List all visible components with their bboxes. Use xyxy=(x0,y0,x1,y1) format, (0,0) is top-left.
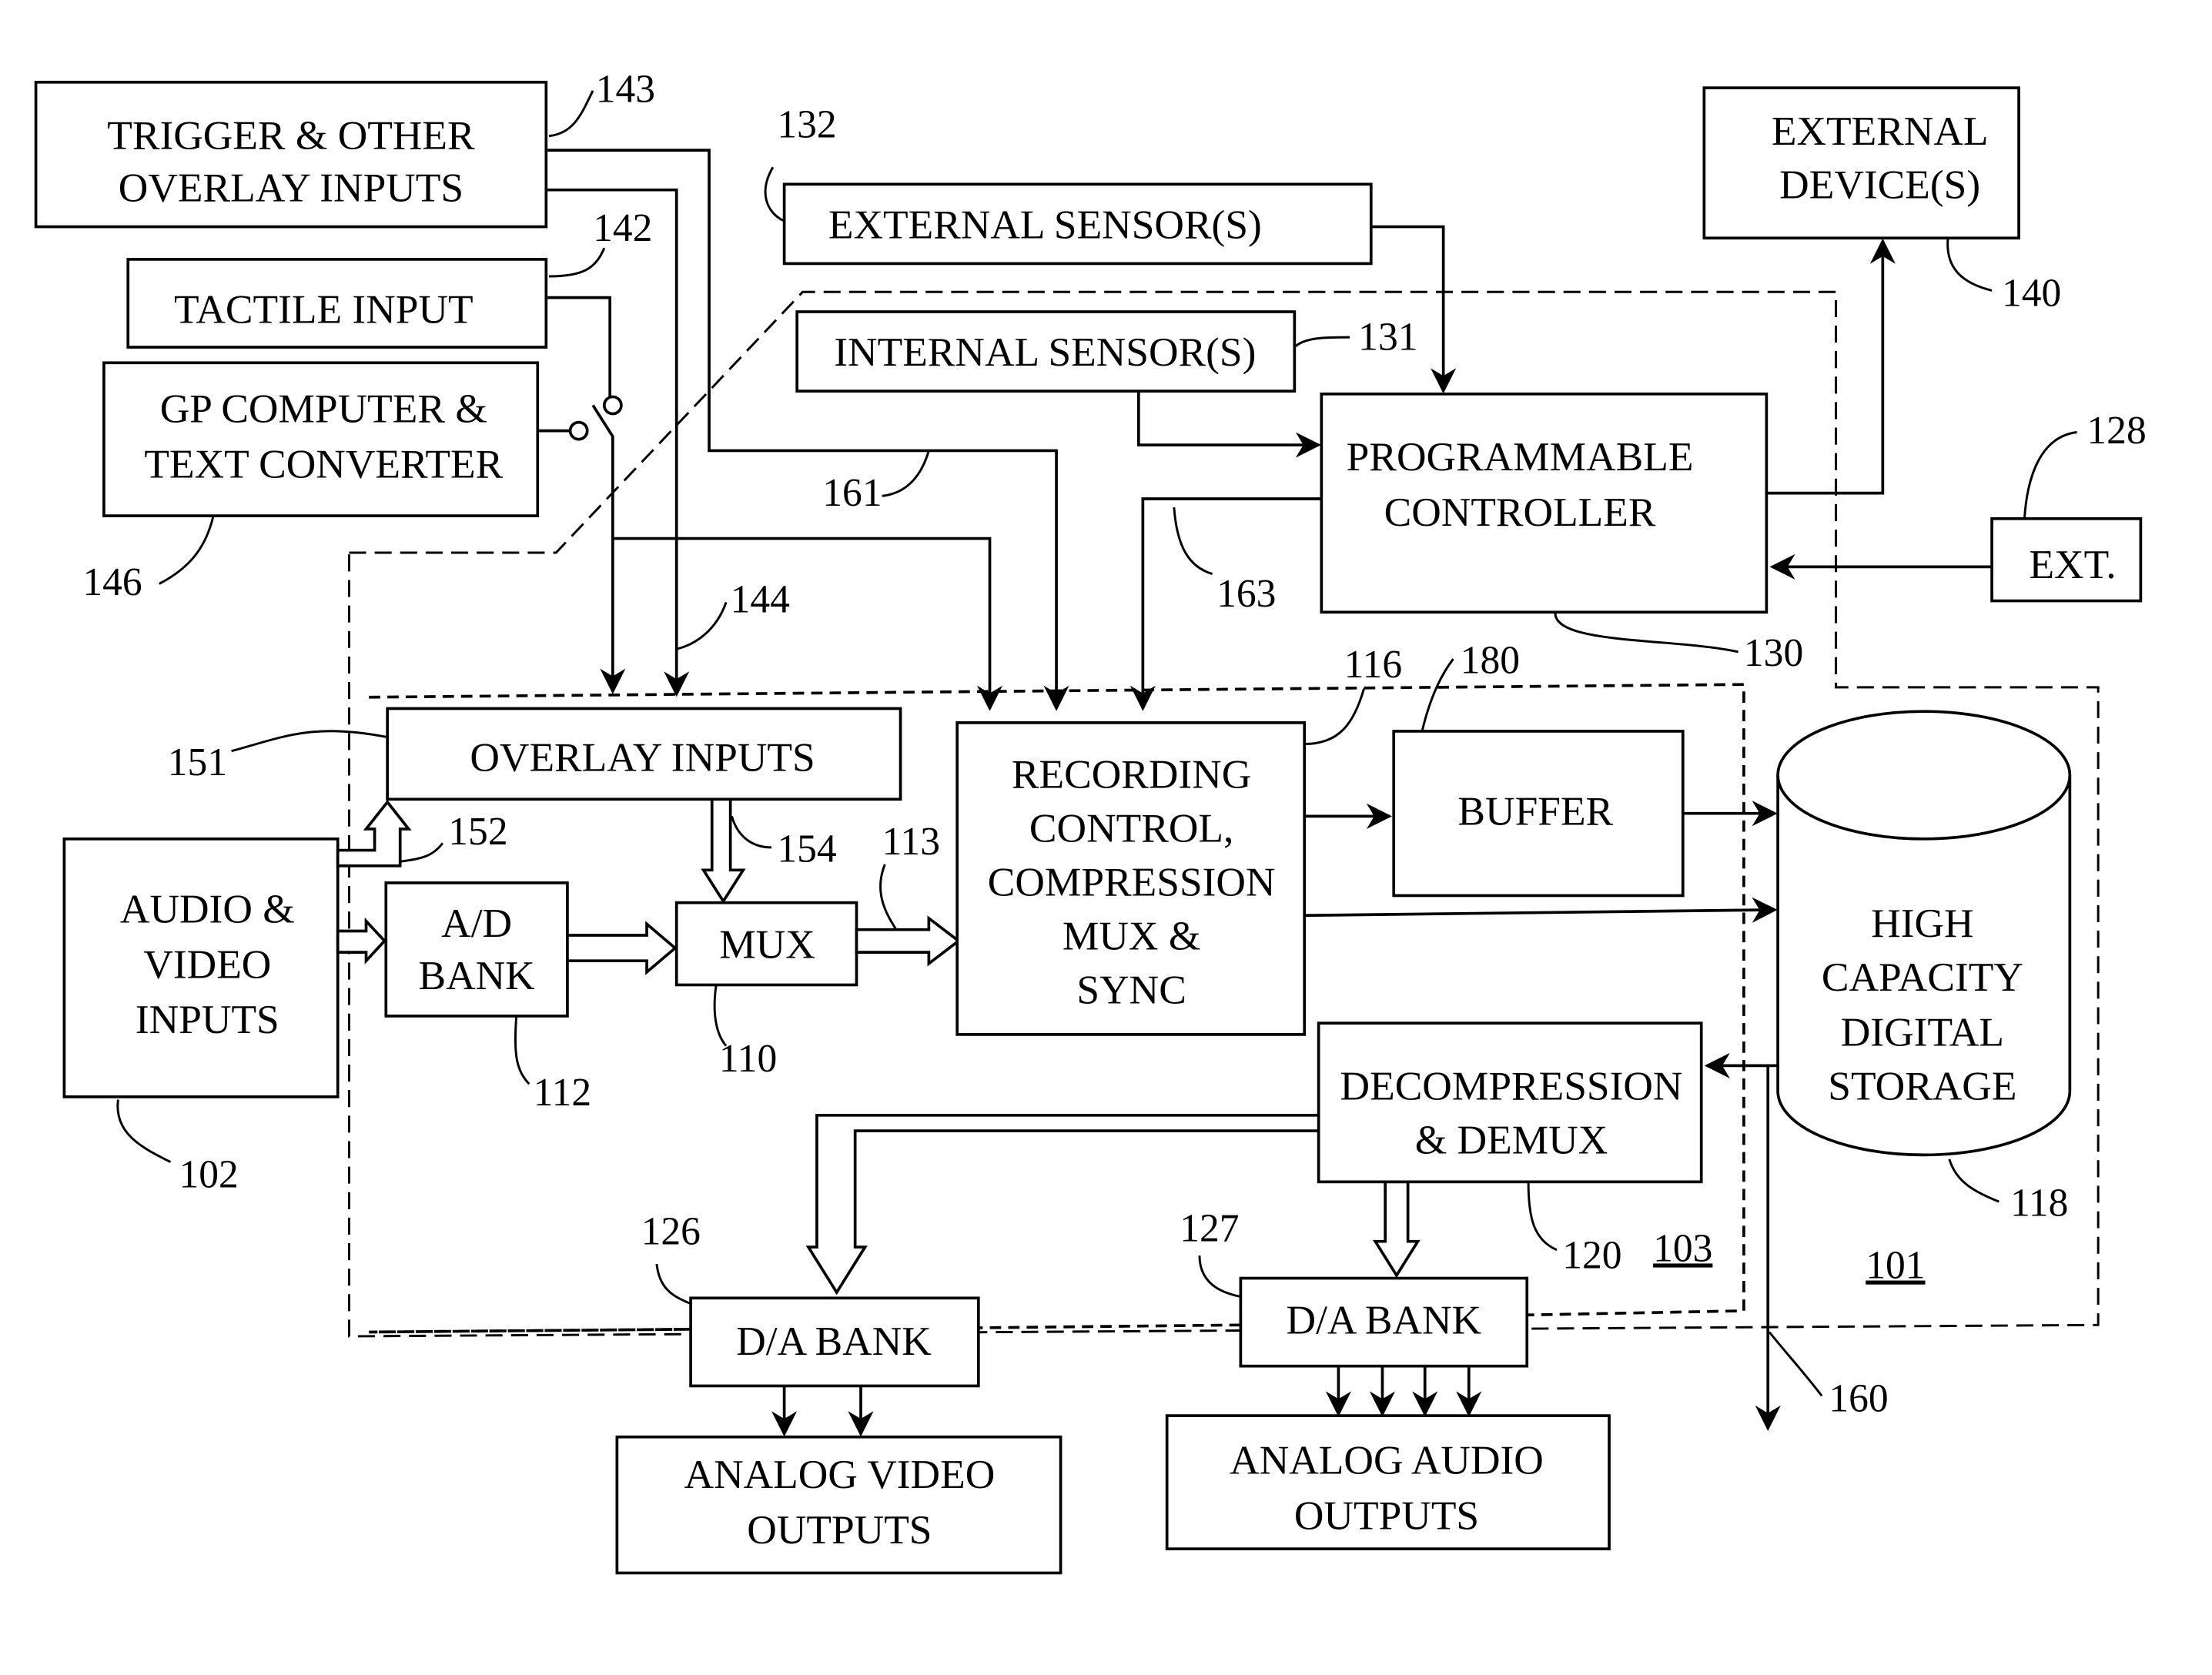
mux-block: MUX xyxy=(674,901,858,987)
controller-label-line2: CONTROLLER xyxy=(1384,489,1656,535)
ad-bank-block: A/D BANK xyxy=(384,881,569,1018)
buffer-block: BUFFER xyxy=(1392,730,1685,898)
recording-label-line3: COMPRESSION xyxy=(988,858,1276,904)
storage-label-line2: CAPACITY xyxy=(1822,954,2023,1000)
external-devices-label-line2: DEVICE(S) xyxy=(1779,162,1980,208)
ref-103: 103 xyxy=(1653,1226,1712,1270)
ad-bank-label-line2: BANK xyxy=(418,952,534,998)
overlay-inputs-block: OVERLAY INPUTS xyxy=(386,707,902,801)
storage-label-line4: STORAGE xyxy=(1828,1063,2016,1109)
recording-label-line5: SYNC xyxy=(1076,966,1186,1012)
tactile-label: TACTILE INPUT xyxy=(174,286,474,333)
high-capacity-storage-cylinder: HIGH CAPACITY DIGITAL STORAGE xyxy=(1776,710,2072,1157)
decompression-label-line2: & DEMUX xyxy=(1415,1117,1608,1163)
ref-143: 143 xyxy=(596,68,655,112)
ref-102: 102 xyxy=(179,1153,239,1197)
external-devices-block: EXTERNAL DEVICE(S) xyxy=(1702,86,2020,240)
ref-110: 110 xyxy=(719,1037,777,1081)
av-inputs-label-line2: VIDEO xyxy=(143,941,271,987)
switch-blade xyxy=(591,404,626,694)
ref-101: 101 xyxy=(1866,1244,1925,1288)
external-sensors-label: EXTERNAL SENSOR(S) xyxy=(828,201,1262,247)
da-bank-video-label: D/A BANK xyxy=(736,1318,932,1364)
bus-av-to-ad xyxy=(336,917,387,965)
ref-112: 112 xyxy=(534,1071,591,1115)
recording-label-line4: MUX & xyxy=(1062,912,1200,958)
ref-131: 131 xyxy=(1358,316,1417,359)
bus-113 xyxy=(855,915,962,967)
ref-140: 140 xyxy=(2002,272,2061,316)
trigger-label-line2: OVERLAY INPUTS xyxy=(119,164,463,210)
ref-146: 146 xyxy=(82,560,142,604)
switch-contact-top xyxy=(602,395,623,416)
ref-127: 127 xyxy=(1180,1207,1239,1251)
ref-126: 126 xyxy=(641,1209,701,1253)
gp-computer-label-line2: TEXT CONVERTER xyxy=(144,440,503,486)
ref-120: 120 xyxy=(1562,1234,1621,1278)
buffer-label: BUFFER xyxy=(1457,787,1613,834)
analog-video-label-line2: OUTPUTS xyxy=(747,1506,932,1553)
ad-bank-label-line1: A/D xyxy=(441,900,512,946)
ref-163: 163 xyxy=(1216,572,1276,616)
gp-computer-text-converter-block: GP COMPUTER & TEXT CONVERTER xyxy=(102,361,540,517)
recording-label-line2: CONTROL, xyxy=(1029,805,1233,851)
ref-132: 132 xyxy=(777,103,836,147)
analog-video-outputs-block: ANALOG VIDEO OUTPUTS xyxy=(615,1435,1062,1575)
tactile-input-block: TACTILE INPUT xyxy=(126,258,548,349)
analog-audio-label-line2: OUTPUTS xyxy=(1294,1492,1479,1538)
recording-control-block: RECORDING CONTROL, COMPRESSION MUX & SYN… xyxy=(955,721,1307,1036)
decompression-demux-block: DECOMPRESSION & DEMUX xyxy=(1317,1021,1703,1184)
bus-to-da-video xyxy=(805,1113,1320,1296)
bus-to-da-audio xyxy=(1372,1180,1421,1279)
programmable-controller-block: PROGRAMMABLE CONTROLLER xyxy=(1320,392,1769,614)
ref-118: 118 xyxy=(2010,1182,2068,1225)
ref-152: 152 xyxy=(448,810,507,854)
ref-144: 144 xyxy=(731,577,790,621)
av-inputs-label-line1: AUDIO & xyxy=(120,885,295,931)
recording-label-line1: RECORDING xyxy=(1012,751,1251,797)
da-bank-video-block: D/A BANK xyxy=(689,1296,980,1388)
ref-154: 154 xyxy=(777,827,836,871)
av-inputs-label-line3: INPUTS xyxy=(136,996,279,1042)
ref-160: 160 xyxy=(1829,1377,1888,1421)
bus-154 xyxy=(701,797,746,904)
analog-audio-label-line1: ANALOG AUDIO xyxy=(1230,1437,1544,1483)
mux-label: MUX xyxy=(719,921,815,967)
external-devices-label-line1: EXTERNAL xyxy=(1772,108,1989,154)
ref-130: 130 xyxy=(1744,631,1803,675)
analog-video-label-line1: ANALOG VIDEO xyxy=(684,1451,996,1497)
overlay-inputs-label: OVERLAY INPUTS xyxy=(470,734,815,780)
ext-block: EXT. xyxy=(1990,517,2143,603)
audio-video-inputs-block: AUDIO & VIDEO INPUTS xyxy=(62,837,340,1098)
storage-label-line1: HIGH xyxy=(1871,900,1973,946)
gp-computer-label-line1: GP COMPUTER & xyxy=(160,386,487,432)
decompression-label-line1: DECOMPRESSION xyxy=(1340,1063,1683,1109)
ref-128: 128 xyxy=(2087,409,2146,453)
trigger-overlay-inputs-block: TRIGGER & OTHER OVERLAY INPUTS xyxy=(34,80,548,229)
block-diagram: TRIGGER & OTHER OVERLAY INPUTS 143 TACTI… xyxy=(34,68,2147,1575)
internal-sensors-label: INTERNAL SENSOR(S) xyxy=(834,329,1256,375)
da-bank-audio-label: D/A BANK xyxy=(1287,1296,1482,1342)
ref-116: 116 xyxy=(1344,643,1402,687)
ref-180: 180 xyxy=(1461,638,1520,682)
ref-161: 161 xyxy=(822,471,882,515)
bus-ad-to-mux xyxy=(566,921,678,975)
analog-audio-outputs-block: ANALOG AUDIO OUTPUTS xyxy=(1165,1414,1611,1550)
controller-label-line1: PROGRAMMABLE xyxy=(1347,433,1694,480)
external-sensors-block: EXTERNAL SENSOR(S) xyxy=(782,182,1373,266)
trigger-label-line1: TRIGGER & OTHER xyxy=(107,112,475,158)
ref-113: 113 xyxy=(882,820,940,864)
ext-label: EXT. xyxy=(2029,541,2116,587)
switch-contact-left xyxy=(568,420,589,441)
storage-label-line3: DIGITAL xyxy=(1841,1009,2004,1055)
ref-142: 142 xyxy=(593,206,652,250)
internal-sensors-block: INTERNAL SENSOR(S) xyxy=(795,310,1297,393)
ref-151: 151 xyxy=(168,741,227,784)
da-bank-audio-block: D/A BANK xyxy=(1239,1276,1529,1368)
